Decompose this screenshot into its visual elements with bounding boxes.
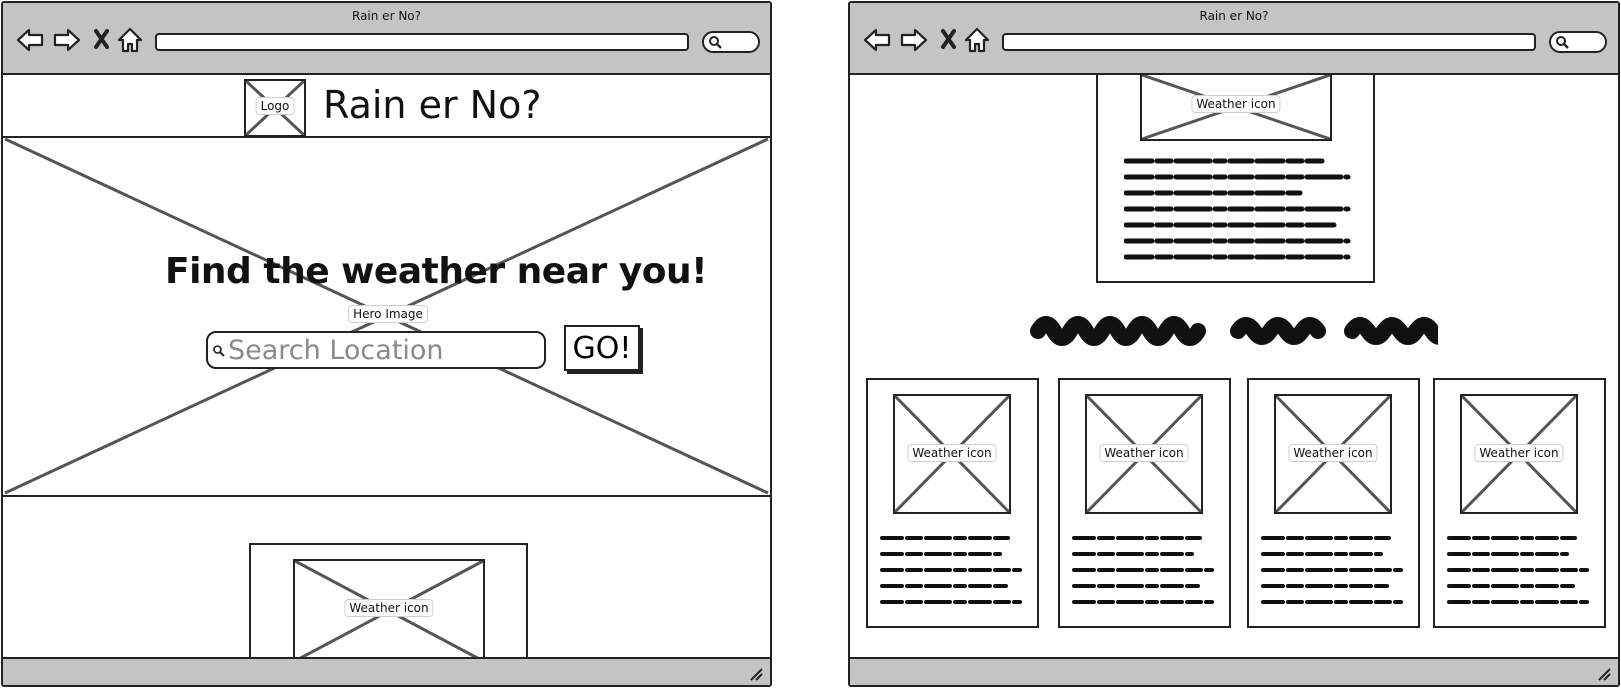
address-bar[interactable] — [155, 33, 689, 51]
search-icon — [1556, 36, 1569, 49]
back-arrow-icon[interactable] — [15, 25, 45, 55]
location-search-box[interactable] — [206, 331, 546, 369]
window-title: Rain er No? — [352, 9, 421, 23]
weather-icon-placeholder: Weather icon — [293, 559, 485, 663]
forecast-card: Weather icon — [1058, 378, 1231, 628]
weather-icon-placeholder: Weather icon — [893, 394, 1011, 514]
forecast-text-scribble — [1447, 532, 1597, 612]
weather-icon-label: Weather icon — [1191, 95, 1281, 114]
weather-icon-label: Weather icon — [907, 443, 997, 462]
status-bar — [850, 657, 1618, 685]
forecast-text-scribble — [880, 532, 1030, 612]
hero-image-label: Hero Image — [348, 305, 428, 323]
weather-icon-label: Weather icon — [1474, 443, 1564, 462]
weather-icon-placeholder: Weather icon — [1274, 394, 1392, 514]
logo-label: Logo — [255, 97, 295, 116]
forecast-card: Weather icon — [1247, 378, 1420, 628]
browser-toolbar: Rain er No? — [3, 3, 770, 75]
weather-icon-label: Weather icon — [1099, 443, 1189, 462]
window-title: Rain er No? — [1199, 9, 1269, 23]
forecast-card: Weather icon — [1433, 378, 1606, 628]
back-arrow-icon[interactable] — [862, 25, 892, 55]
browser-search-field[interactable] — [702, 31, 760, 53]
browser-search-field[interactable] — [1549, 31, 1607, 53]
weather-icon-label: Weather icon — [344, 599, 434, 617]
forecast-text-scribble — [1072, 532, 1222, 612]
go-button[interactable]: GO! — [564, 325, 640, 371]
forward-arrow-icon[interactable] — [899, 25, 929, 55]
address-bar[interactable] — [1002, 33, 1536, 51]
current-weather-text-scribble — [1124, 153, 1354, 265]
weather-icon-placeholder: Weather icon — [1460, 394, 1578, 514]
home-icon[interactable] — [115, 25, 145, 55]
weather-icon-placeholder: Weather icon — [1085, 394, 1203, 514]
weather-icon-placeholder: Weather icon — [1140, 73, 1332, 141]
hero-heading: Find the weather near you! — [165, 251, 708, 292]
location-search-input[interactable] — [228, 335, 538, 365]
resize-grip-icon[interactable] — [1594, 664, 1612, 682]
site-title: Rain er No? — [323, 83, 542, 127]
forecast-text-scribble — [1261, 532, 1411, 612]
browser-window-home: Rain er No? Logo Rain er No? Find the we… — [1, 1, 772, 687]
weather-icon-label: Weather icon — [1288, 443, 1378, 462]
home-icon[interactable] — [962, 25, 992, 55]
status-bar — [3, 657, 770, 685]
resize-grip-icon[interactable] — [746, 664, 764, 682]
forward-arrow-icon[interactable] — [52, 25, 82, 55]
search-icon — [213, 345, 225, 357]
search-icon — [709, 36, 722, 49]
browser-toolbar: Rain er No? — [850, 3, 1618, 75]
browser-window-results: Rain er No? Weather icon Weather icon We… — [848, 1, 1620, 687]
forecast-heading-scribble — [1030, 311, 1438, 347]
logo-placeholder: Logo — [244, 79, 306, 137]
forecast-card: Weather icon — [866, 378, 1039, 628]
